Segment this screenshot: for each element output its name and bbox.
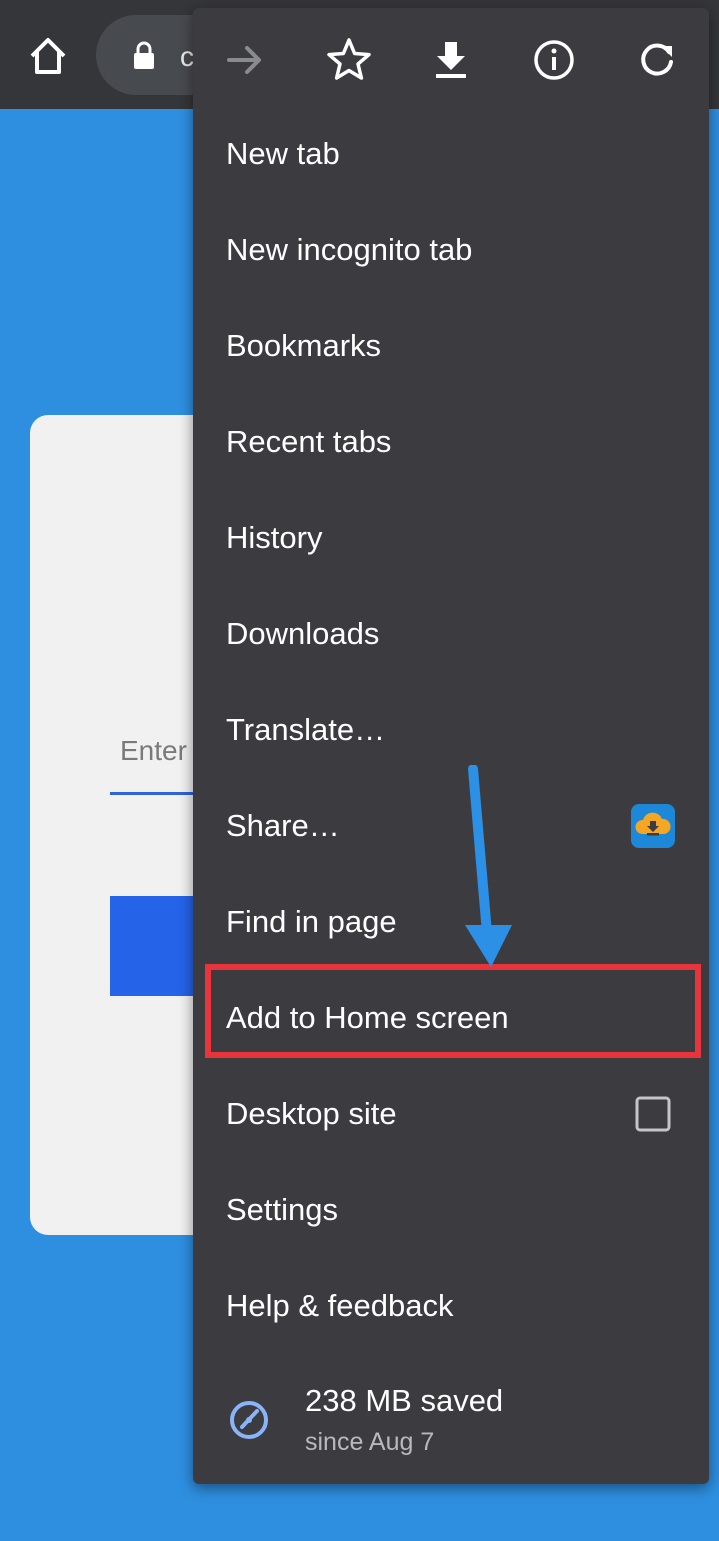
menu-item-history[interactable]: History [193, 490, 709, 586]
menu-item-desktop-site[interactable]: Desktop site [193, 1066, 709, 1162]
home-icon[interactable] [22, 30, 74, 82]
url-text: c [180, 41, 194, 72]
menu-item-label: Share… [226, 808, 340, 843]
menu-item-label: Help & feedback [226, 1288, 454, 1323]
menu-item-share[interactable]: Share… [193, 778, 709, 874]
menu-item-label: New incognito tab [226, 232, 473, 267]
star-icon[interactable] [323, 34, 375, 86]
refresh-icon[interactable] [631, 34, 683, 86]
download-icon[interactable] [425, 34, 477, 86]
cloud-download-icon[interactable] [631, 804, 675, 848]
menu-item-find-in-page[interactable]: Find in page [193, 874, 709, 970]
forward-icon[interactable] [219, 34, 271, 86]
menu-item-label: Find in page [226, 904, 397, 939]
menu-item-label: History [226, 520, 323, 555]
menu-toolbar [193, 8, 709, 108]
data-saved-text[interactable]: 238 MB saved [305, 1383, 503, 1419]
menu-item-translate[interactable]: Translate… [193, 682, 709, 778]
speedometer-icon [227, 1398, 271, 1442]
menu-item-label: Desktop site [226, 1096, 397, 1131]
menu-item-downloads[interactable]: Downloads [193, 586, 709, 682]
menu-item-bookmarks[interactable]: Bookmarks [193, 298, 709, 394]
menu-item-settings[interactable]: Settings [193, 1162, 709, 1258]
info-icon[interactable] [528, 34, 580, 86]
data-saved-since: since Aug 7 [305, 1428, 435, 1456]
highlight-box [205, 964, 701, 1058]
menu-item-label: New tab [226, 136, 340, 171]
menu-item-recent-tabs[interactable]: Recent tabs [193, 394, 709, 490]
menu-item-label: Recent tabs [226, 424, 392, 459]
menu-item-label: Bookmarks [226, 328, 382, 363]
input-placeholder[interactable]: Enter [120, 735, 187, 767]
menu-item-new-tab[interactable]: New tab [193, 106, 709, 202]
menu-item-new-incognito-tab[interactable]: New incognito tab [193, 202, 709, 298]
chrome-overflow-menu: New tab New incognito tab Bookmarks Rece… [193, 8, 709, 1484]
lock-icon [132, 41, 156, 71]
checkbox-icon[interactable] [635, 1096, 671, 1132]
menu-item-help-feedback[interactable]: Help & feedback [193, 1258, 709, 1354]
menu-item-label: Translate… [226, 712, 386, 747]
menu-item-label: Downloads [226, 616, 380, 651]
annotation-arrow-icon [455, 764, 525, 970]
menu-item-label: Settings [226, 1192, 339, 1227]
